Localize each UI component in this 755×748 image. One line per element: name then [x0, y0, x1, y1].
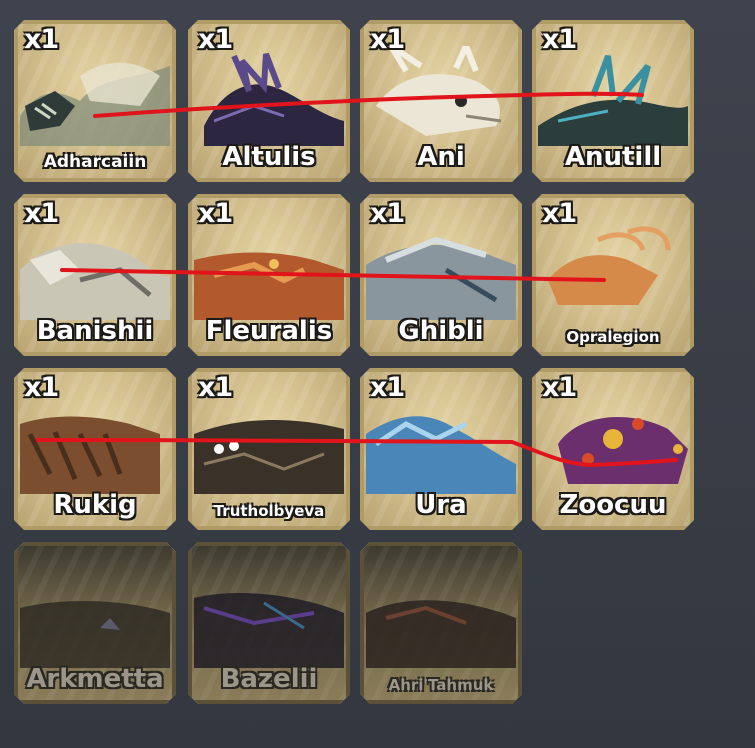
card-count: x1 [370, 198, 405, 229]
card-name: Ghibli [398, 316, 484, 346]
creature-card-fleuralis[interactable]: x1 Fleuralis [188, 194, 350, 356]
card-name: Opralegion [566, 328, 660, 346]
creature-card-zoocuu[interactable]: x1 Zoocuu [532, 368, 694, 530]
card-name: Arkmetta [26, 664, 164, 694]
creature-card-bazelii-locked[interactable]: Bazelii [188, 542, 350, 704]
creature-card-ghibli[interactable]: x1 Ghibli [360, 194, 522, 356]
card-name: Zoocuu [559, 490, 667, 520]
card-count: x1 [370, 24, 405, 55]
creature-art-icon [366, 220, 516, 320]
card-count: x1 [542, 24, 577, 55]
creature-silhouette-icon [366, 568, 516, 668]
card-count: x1 [198, 24, 233, 55]
creature-card-opralegion[interactable]: x1 Opralegion [532, 194, 694, 356]
creature-card-ahritahmuk-locked[interactable]: Ahri'Tahmuk [360, 542, 522, 704]
creature-card-arkmetta-locked[interactable]: Arkmetta [14, 542, 176, 704]
creature-art-icon [538, 46, 688, 146]
card-count: x1 [198, 198, 233, 229]
creature-collection-grid: x1 Adharcaiin x1 Altulis x1 Ani x1 Anuti… [0, 0, 755, 748]
creature-card-adharcaiin[interactable]: x1 Adharcaiin [14, 20, 176, 182]
card-name: Adharcaiin [43, 152, 147, 172]
creature-art-icon [538, 394, 688, 494]
card-name: Altulis [222, 142, 316, 172]
card-name: Rukig [53, 490, 137, 520]
creature-card-altulis[interactable]: x1 Altulis [188, 20, 350, 182]
card-count: x1 [542, 198, 577, 229]
creature-art-icon [194, 394, 344, 494]
creature-art-icon [366, 394, 516, 494]
creature-card-rukig[interactable]: x1 Rukig [14, 368, 176, 530]
creature-card-ura[interactable]: x1 Ura [360, 368, 522, 530]
card-name: Trutholbyeva [213, 502, 325, 520]
creature-card-anutill[interactable]: x1 Anutill [532, 20, 694, 182]
card-name: Banishii [36, 316, 154, 346]
card-count: x1 [24, 372, 59, 403]
creature-silhouette-icon [20, 568, 170, 668]
creature-art-icon [20, 394, 170, 494]
creature-art-icon [538, 220, 688, 320]
card-count: x1 [542, 372, 577, 403]
card-name: Anutill [564, 142, 662, 172]
card-name: Bazelii [220, 664, 318, 694]
creature-silhouette-icon [194, 568, 344, 668]
creature-art-icon [20, 46, 170, 146]
card-name: Ani [417, 142, 465, 172]
creature-art-icon [194, 220, 344, 320]
card-count: x1 [24, 198, 59, 229]
card-count: x1 [198, 372, 233, 403]
creature-art-icon [366, 46, 516, 146]
creature-card-ani[interactable]: x1 Ani [360, 20, 522, 182]
card-count: x1 [370, 372, 405, 403]
card-name: Ahri'Tahmuk [388, 676, 494, 694]
creature-card-banishii[interactable]: x1 Banishii [14, 194, 176, 356]
card-name: Fleuralis [205, 316, 333, 346]
card-count: x1 [24, 24, 59, 55]
creature-card-trutholbyeva[interactable]: x1 Trutholbyeva [188, 368, 350, 530]
creature-art-icon [194, 46, 344, 146]
creature-art-icon [20, 220, 170, 320]
card-name: Ura [415, 490, 467, 520]
